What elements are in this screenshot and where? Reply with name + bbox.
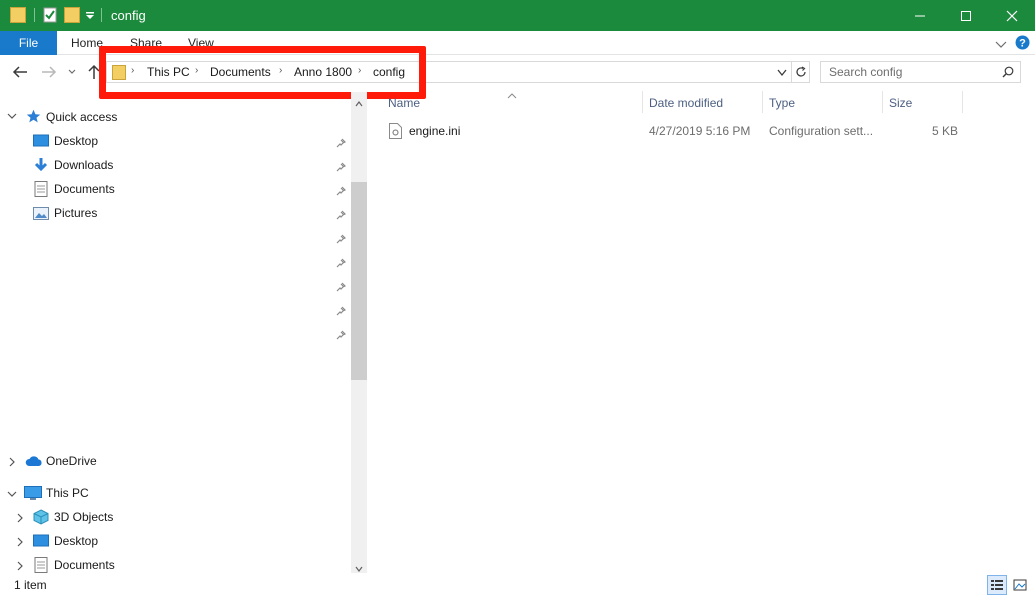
address-history-icon[interactable] [776,67,788,81]
sort-ascending-icon [507,88,517,102]
column-header-type[interactable]: Type [769,96,795,110]
documents-icon [34,557,48,576]
expand-chevron-icon[interactable] [15,537,25,550]
pin-icon[interactable] [336,305,347,316]
column-divider[interactable] [642,91,643,113]
back-arrow-icon [12,66,27,78]
nav-label: Pictures [54,206,98,220]
pin-icon[interactable] [336,233,347,244]
forward-button[interactable] [38,62,60,82]
column-divider[interactable] [762,91,763,113]
nav-label: Downloads [54,158,114,172]
onedrive-icon [25,455,43,470]
expand-chevron-icon[interactable] [15,561,25,574]
collapse-chevron-icon[interactable] [7,111,17,124]
nav-label: 3D Objects [54,510,114,524]
scroll-up-icon[interactable] [355,96,363,110]
column-divider[interactable] [882,91,883,113]
title-bar [0,0,1035,31]
toolbar-separator [34,8,35,22]
pin-icon[interactable] [336,161,347,172]
chevron-down-icon [68,69,76,74]
recent-locations-button[interactable] [62,62,82,82]
expand-ribbon-icon[interactable] [995,38,1007,52]
close-icon [1006,10,1018,21]
file-size: 5 KB [932,124,959,138]
details-view-button[interactable] [987,575,1007,595]
computer-icon [24,486,42,504]
documents-icon [34,181,48,200]
help-icon[interactable]: ? [1015,35,1030,53]
maximize-button[interactable] [943,0,989,31]
nav-label: Documents [54,182,115,196]
forward-arrow-icon [42,66,57,78]
nav-label: Quick access [46,110,118,124]
minimize-button[interactable] [897,0,943,31]
desktop-icon [33,534,49,551]
pin-icon[interactable] [336,281,347,292]
nav-scrollbar-thumb[interactable] [351,182,367,380]
nav-label: Documents [54,558,115,572]
maximize-icon [961,10,971,21]
column-header-size[interactable]: Size [889,96,912,110]
folder-icon[interactable] [10,7,26,23]
pin-icon[interactable] [336,185,347,196]
window-title: config [111,8,146,23]
expand-chevron-icon[interactable] [15,513,25,526]
pin-icon[interactable] [336,329,347,340]
refresh-button[interactable] [792,61,810,83]
desktop-icon [33,134,49,151]
pin-icon[interactable] [336,137,347,148]
new-folder-icon[interactable] [64,7,80,23]
downloads-icon [33,157,49,176]
details-view-icon [991,580,1003,590]
breadcrumb-highlight-box [99,46,426,99]
nav-label: OneDrive [46,454,97,468]
minimize-icon [915,15,925,16]
refresh-icon [795,66,806,77]
search-icon[interactable] [1002,66,1014,81]
pin-icon[interactable] [336,257,347,268]
nav-label: Desktop [54,534,99,548]
tab-file[interactable]: File [0,31,57,55]
close-button[interactable] [989,0,1035,31]
file-name[interactable]: engine.ini [409,124,460,138]
scroll-down-icon[interactable] [355,561,363,575]
expand-chevron-icon[interactable] [7,457,17,470]
3d-objects-icon [33,509,49,528]
star-icon [26,109,41,127]
customize-toolbar-icon[interactable] [85,10,95,24]
properties-icon[interactable] [42,7,58,23]
large-icons-view-button[interactable] [1010,575,1030,595]
file-type: Configuration sett... [769,124,874,138]
back-button[interactable] [9,62,31,82]
collapse-chevron-icon[interactable] [7,489,17,502]
status-item-count: 1 item [14,578,47,592]
large-icons-view-icon [1013,579,1027,591]
file-date-modified: 4/27/2019 5:16 PM [649,124,751,138]
ini-file-icon [389,123,402,142]
pictures-icon [33,207,49,223]
nav-label: This PC [46,486,89,500]
column-header-name[interactable]: Name [388,96,420,110]
svg-text:?: ? [1019,38,1026,50]
pin-icon[interactable] [336,209,347,220]
search-input[interactable]: Search config [829,65,902,79]
column-divider[interactable] [962,91,963,113]
column-header-date-modified[interactable]: Date modified [649,96,723,110]
nav-label: Desktop [54,134,99,148]
toolbar-separator [101,8,102,22]
